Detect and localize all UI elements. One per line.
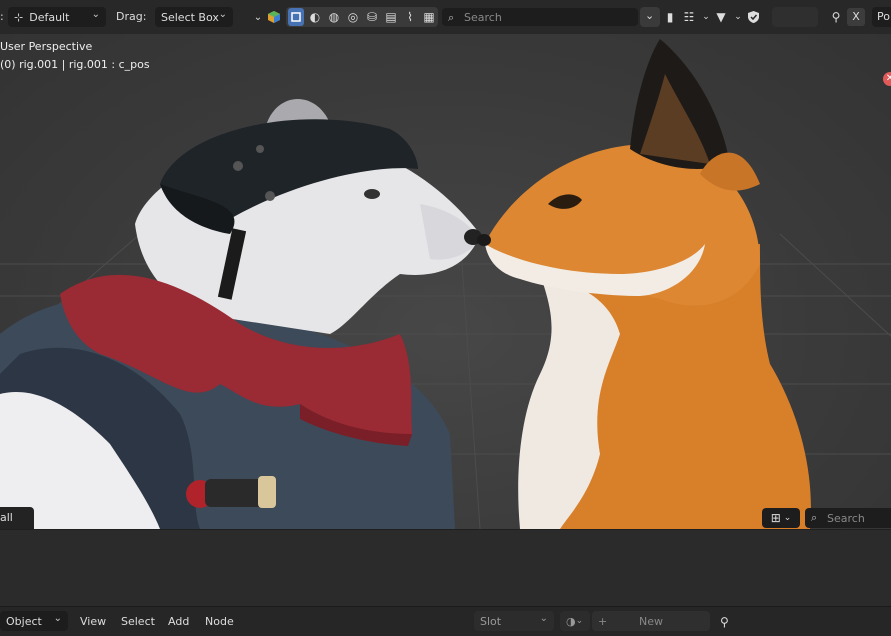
fox-character[interactable] <box>0 34 891 529</box>
slot-dropdown[interactable]: Slot ⌄ <box>474 611 554 631</box>
drag-label: Drag: <box>116 10 147 23</box>
orientation-gizmo-icon: ⊹ <box>14 10 24 24</box>
chevron-down-icon: ⌄ <box>91 9 100 20</box>
plus-icon: + <box>598 614 608 628</box>
pin-icon[interactable]: ⚲ <box>720 615 729 629</box>
all-label: all <box>0 511 13 524</box>
search-icon: ⌕ <box>448 11 455 24</box>
x-axis-toggle[interactable]: X <box>847 8 865 26</box>
mode-dropdown[interactable]: Object ⌄ <box>0 611 68 631</box>
viewport-search-input[interactable]: ⌕ Search <box>805 508 891 528</box>
menu-select[interactable]: Select <box>121 615 155 628</box>
menu-add[interactable]: Add <box>168 615 189 628</box>
chevron-down-icon: ⌄ <box>539 613 548 624</box>
new-material-button[interactable]: + New <box>592 611 710 631</box>
close-icon[interactable]: ✕ <box>883 72 891 86</box>
grid-layout-dropdown[interactable]: ⊞ ⌄ <box>762 508 800 528</box>
x-axis-label: X <box>852 10 860 23</box>
menu-node[interactable]: Node <box>205 615 234 628</box>
collapse-button[interactable]: ⌄ <box>640 7 660 27</box>
pin-icon[interactable]: ⚲ <box>828 8 844 26</box>
shield-icon[interactable] <box>745 8 761 26</box>
3d-viewport[interactable]: User Perspective (0) rig.001 | rig.001 :… <box>0 34 891 529</box>
search-placeholder: Search <box>827 511 865 525</box>
bucket-icon[interactable]: ⛁ <box>364 8 380 26</box>
gradient-icon[interactable]: ▤ <box>383 8 399 26</box>
search-icon: ⌕ <box>811 511 818 524</box>
slot-label: Slot <box>480 614 502 628</box>
node-editor-header: Object ⌄ View Select Add Node Slot ⌄ ◑ ⌄… <box>0 606 891 636</box>
select-box-icon[interactable] <box>288 8 304 26</box>
material-browse-button[interactable]: ◑ ⌄ <box>560 611 590 631</box>
fill-icon[interactable]: ▦ <box>421 8 437 26</box>
orientation-dropdown[interactable]: ⊹ Default ⌄ <box>8 7 106 27</box>
mode-label: Object <box>6 614 42 628</box>
all-tab[interactable]: all <box>0 507 34 529</box>
chevron-down-icon: ⌄ <box>218 9 227 20</box>
menu-view[interactable]: View <box>80 615 106 628</box>
object-info: (0) rig.001 | rig.001 : c_pos <box>0 58 150 71</box>
pose-dropdown[interactable]: Po <box>872 7 891 27</box>
hierarchy-icon[interactable]: ☷ <box>681 8 697 26</box>
chevron-down-icon: ⌄ <box>575 616 584 626</box>
node-editor-area[interactable] <box>0 529 891 607</box>
globe-icon[interactable]: ◎ <box>345 8 361 26</box>
drag-mode-dropdown[interactable]: Select Box ⌄ <box>155 7 233 27</box>
chevron-down-icon[interactable]: ⌄ <box>250 8 266 26</box>
empty-field[interactable] <box>772 7 818 27</box>
material-sphere-icon: ◑ <box>566 614 576 628</box>
chevron-down-icon[interactable]: ⌄ <box>730 8 746 26</box>
sphere-icon[interactable]: ◐ <box>307 8 323 26</box>
paint-icon[interactable]: ◍ <box>326 8 342 26</box>
toolbar-search-input[interactable]: ⌕ Search <box>442 8 638 26</box>
orientation-label: Default <box>29 10 70 24</box>
smear-icon[interactable]: ⌇ <box>402 8 418 26</box>
bookmark-icon[interactable]: ▮ <box>662 8 678 26</box>
chevron-down-icon: ⌄ <box>53 613 62 624</box>
new-label: New <box>639 614 663 628</box>
chevron-down-icon: ⌄ <box>783 513 792 523</box>
drag-value: Select Box <box>161 10 219 24</box>
color-cube-icon[interactable] <box>266 8 282 26</box>
pose-label: Po <box>877 10 890 23</box>
header-toolbar: : ⊹ Default ⌄ Drag: Select Box ⌄ ⌄ ◐ ◍ ◎… <box>0 0 891 34</box>
view-name: User Perspective <box>0 40 93 53</box>
search-placeholder: Search <box>464 10 502 24</box>
filter-icon[interactable]: ▼ <box>713 8 729 26</box>
colon-text: : <box>0 10 4 23</box>
grid-layout-icon: ⊞ <box>770 511 781 525</box>
chevron-down-icon[interactable]: ⌄ <box>698 8 714 26</box>
